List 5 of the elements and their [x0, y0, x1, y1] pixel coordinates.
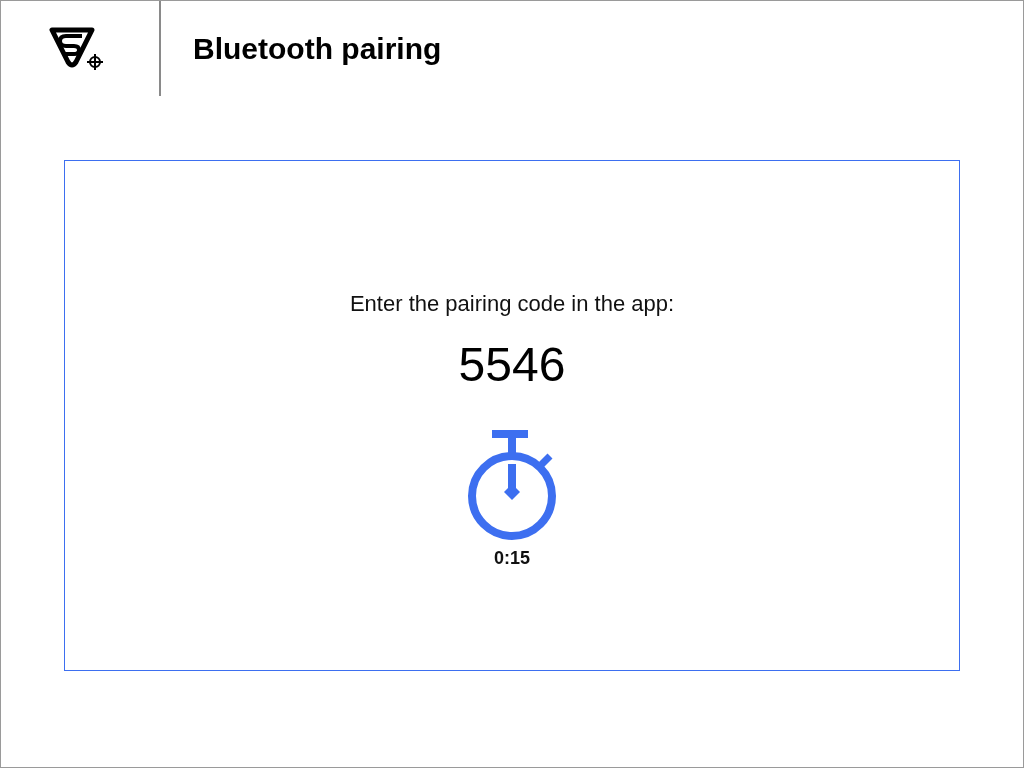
- pairing-code: 5546: [458, 337, 566, 392]
- countdown-timer: 0:15: [494, 548, 530, 569]
- page-title: Bluetooth pairing: [193, 31, 442, 66]
- stopwatch-icon: [466, 430, 558, 542]
- instruction-text: Enter the pairing code in the app:: [349, 291, 675, 317]
